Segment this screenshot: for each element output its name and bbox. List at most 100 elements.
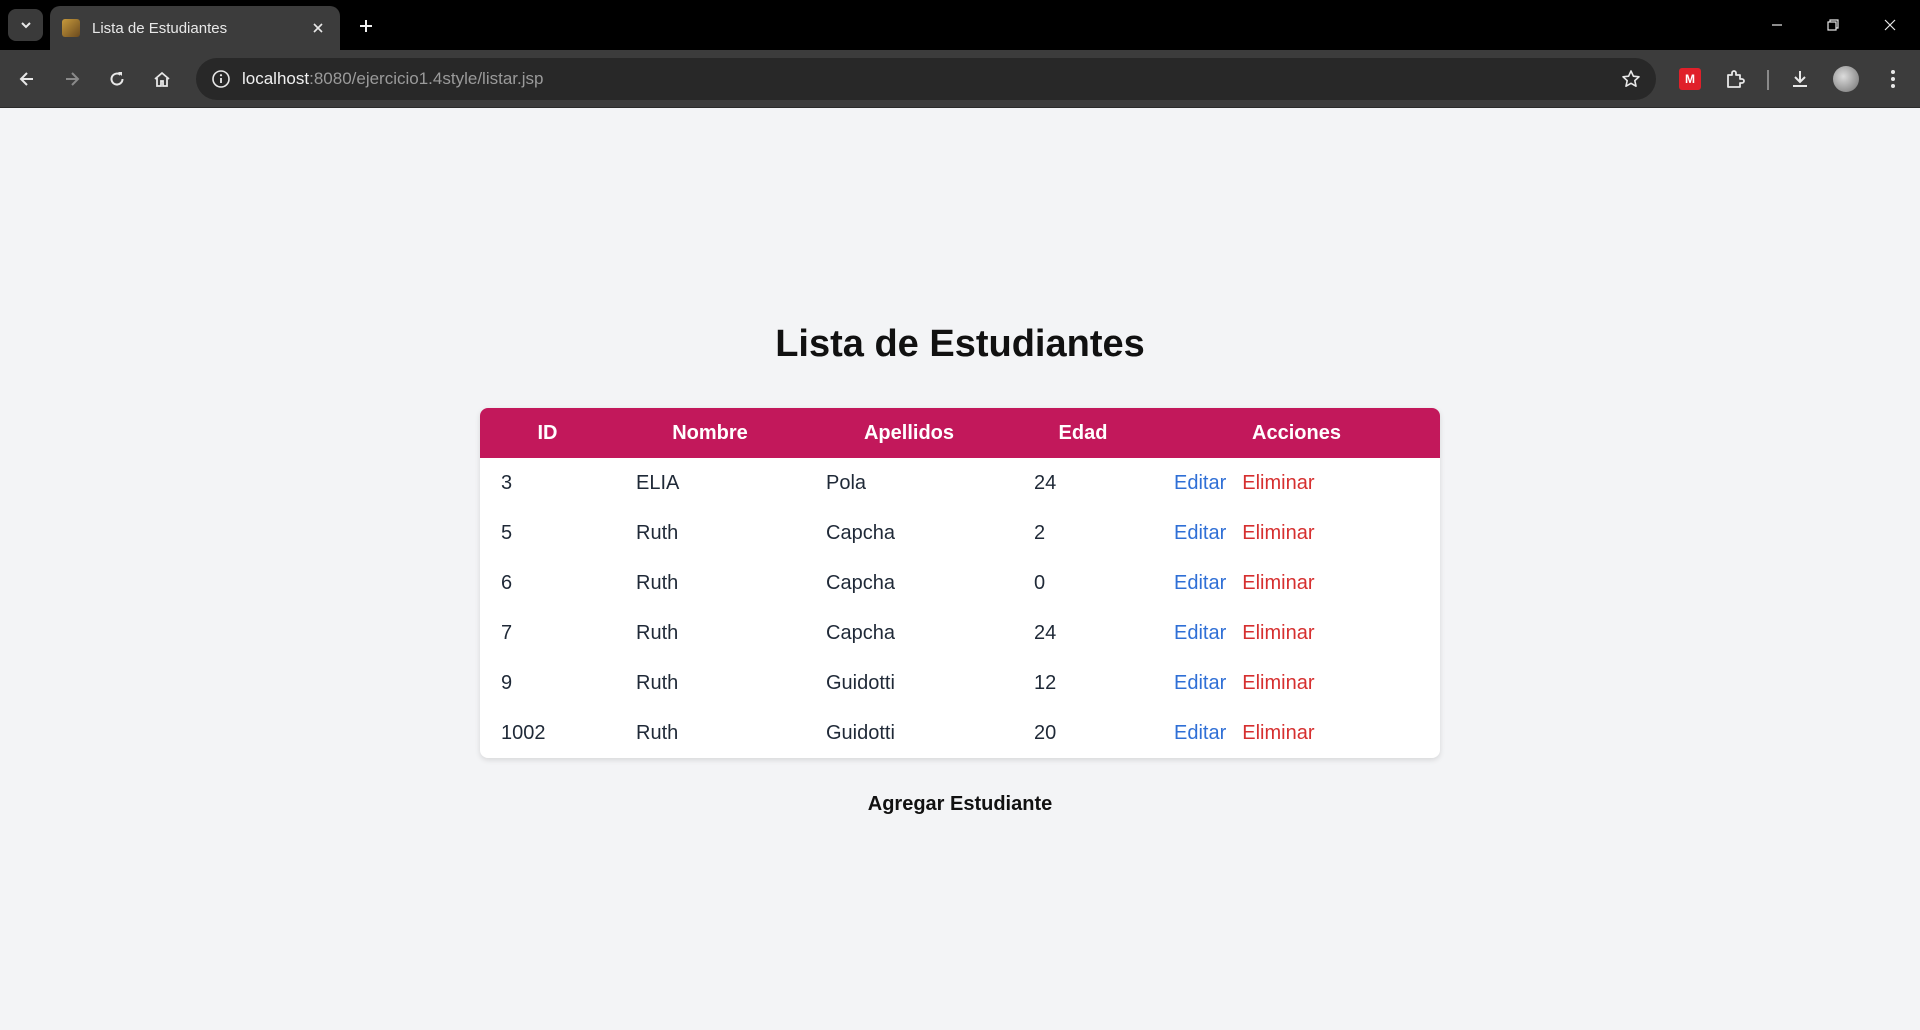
url-text: localhost:8080/ejercicio1.4style/listar.… [242, 69, 543, 89]
header-apellidos: Apellidos [863, 421, 954, 444]
arrow-left-icon [18, 70, 36, 88]
cell-nombre: ELIA [636, 471, 680, 494]
close-icon [1883, 18, 1897, 32]
cell-edad: 12 [1034, 671, 1057, 694]
cell-apellidos: Capcha [826, 621, 895, 644]
cell-edad: 20 [1034, 721, 1057, 744]
cell-id: 5 [501, 521, 513, 544]
minimize-button[interactable] [1749, 0, 1805, 50]
extensions-button[interactable] [1718, 62, 1752, 96]
edit-link[interactable]: Editar [1174, 722, 1226, 744]
browser-tab-bar: Lista de Estudiantes [0, 0, 1920, 50]
minimize-icon [1770, 18, 1784, 32]
cell-edad: 2 [1034, 521, 1046, 544]
cell-apellidos: Guidotti [826, 721, 895, 744]
page-content: Lista de Estudiantes ID Nombre Apellidos… [0, 109, 1920, 1030]
restore-button[interactable] [1805, 0, 1861, 50]
delete-link[interactable]: Eliminar [1242, 722, 1314, 744]
more-vertical-icon [1890, 68, 1896, 90]
students-table-card: ID Nombre Apellidos Edad Acciones 3 ELIA… [480, 408, 1440, 758]
delete-link[interactable]: Eliminar [1242, 622, 1314, 644]
add-student-container: Agregar Estudiante [0, 793, 1920, 816]
table-row: 6 Ruth Capcha 0 Editar Eliminar [480, 558, 1440, 608]
extension-button[interactable]: M [1673, 62, 1707, 96]
cell-acciones: Editar Eliminar [1153, 458, 1440, 508]
downloads-button[interactable] [1783, 62, 1817, 96]
edit-link[interactable]: Editar [1174, 472, 1226, 494]
cell-nombre: Ruth [636, 571, 679, 594]
url-path: :8080/ejercicio1.4style/listar.jsp [309, 69, 544, 88]
site-info-icon[interactable] [200, 58, 242, 100]
cell-nombre: Ruth [636, 621, 679, 644]
plus-icon [358, 18, 374, 34]
arrow-right-icon [63, 70, 81, 88]
delete-link[interactable]: Eliminar [1242, 672, 1314, 694]
new-tab-button[interactable] [352, 12, 380, 40]
table-row: 7 Ruth Capcha 24 Editar Eliminar [480, 608, 1440, 658]
cell-acciones: Editar Eliminar [1153, 658, 1440, 708]
reload-icon [108, 70, 126, 88]
cell-nombre: Ruth [636, 721, 679, 744]
close-tab-icon[interactable] [306, 16, 330, 40]
puzzle-icon [1724, 68, 1746, 90]
table-row: 9 Ruth Guidotti 12 Editar Eliminar [480, 658, 1440, 708]
close-window-button[interactable] [1862, 0, 1918, 50]
chevron-down-icon [19, 18, 33, 32]
cell-apellidos: Capcha [826, 521, 895, 544]
table-row: 3 ELIA Pola 24 Editar Eliminar [480, 458, 1440, 508]
header-nombre: Nombre [672, 421, 748, 444]
forward-button[interactable] [55, 62, 89, 96]
cell-edad: 24 [1034, 471, 1057, 494]
edit-link[interactable]: Editar [1174, 522, 1226, 544]
url-host: localhost [242, 69, 310, 88]
cell-nombre: Ruth [636, 671, 679, 694]
students-table: ID Nombre Apellidos Edad Acciones 3 ELIA… [480, 408, 1440, 758]
profile-button[interactable] [1829, 62, 1863, 96]
cell-id: 3 [501, 471, 513, 494]
address-bar[interactable]: localhost:8080/ejercicio1.4style/listar.… [196, 58, 1656, 100]
cell-acciones: Editar Eliminar [1153, 558, 1440, 608]
table-header-row: ID Nombre Apellidos Edad Acciones [480, 408, 1440, 458]
cell-id: 7 [501, 621, 513, 644]
delete-link[interactable]: Eliminar [1242, 472, 1314, 494]
cell-apellidos: Capcha [826, 571, 895, 594]
cell-apellidos: Pola [826, 471, 867, 494]
reload-button[interactable] [100, 62, 134, 96]
cell-id: 9 [501, 671, 513, 694]
delete-link[interactable]: Eliminar [1242, 522, 1314, 544]
restore-icon [1826, 18, 1840, 32]
avatar-icon [1833, 66, 1859, 92]
bookmark-star-icon[interactable] [1618, 66, 1644, 92]
cell-acciones: Editar Eliminar [1153, 508, 1440, 558]
cell-id: 1002 [501, 721, 546, 744]
cell-edad: 24 [1034, 621, 1057, 644]
add-student-link[interactable]: Agregar Estudiante [868, 793, 1052, 815]
cell-acciones: Editar Eliminar [1153, 608, 1440, 658]
home-icon [153, 70, 171, 88]
cell-id: 6 [501, 571, 513, 594]
cell-apellidos: Guidotti [826, 671, 895, 694]
delete-link[interactable]: Eliminar [1242, 572, 1314, 594]
header-edad: Edad [1058, 421, 1108, 444]
tab-search-button[interactable] [8, 9, 43, 41]
menu-button[interactable] [1876, 62, 1910, 96]
cell-nombre: Ruth [636, 521, 679, 544]
tab-title: Lista de Estudiantes [92, 19, 228, 37]
back-button[interactable] [10, 62, 44, 96]
table-row: 5 Ruth Capcha 2 Editar Eliminar [480, 508, 1440, 558]
extension-logo-icon: M [1679, 68, 1701, 90]
page-title: Lista de Estudiantes [775, 323, 1145, 365]
table-row: 1002 Ruth Guidotti 20 Editar Eliminar [480, 708, 1440, 758]
edit-link[interactable]: Editar [1174, 572, 1226, 594]
header-id: ID [537, 421, 558, 444]
cell-acciones: Editar Eliminar [1153, 708, 1440, 758]
download-icon [1789, 68, 1811, 90]
toolbar-divider [1767, 70, 1769, 90]
favicon-icon [62, 19, 80, 37]
home-button[interactable] [145, 62, 179, 96]
header-acciones: Acciones [1252, 421, 1341, 444]
edit-link[interactable]: Editar [1174, 622, 1226, 644]
browser-tab[interactable]: Lista de Estudiantes [50, 6, 340, 50]
edit-link[interactable]: Editar [1174, 672, 1226, 694]
browser-toolbar: localhost:8080/ejercicio1.4style/listar.… [0, 50, 1920, 108]
